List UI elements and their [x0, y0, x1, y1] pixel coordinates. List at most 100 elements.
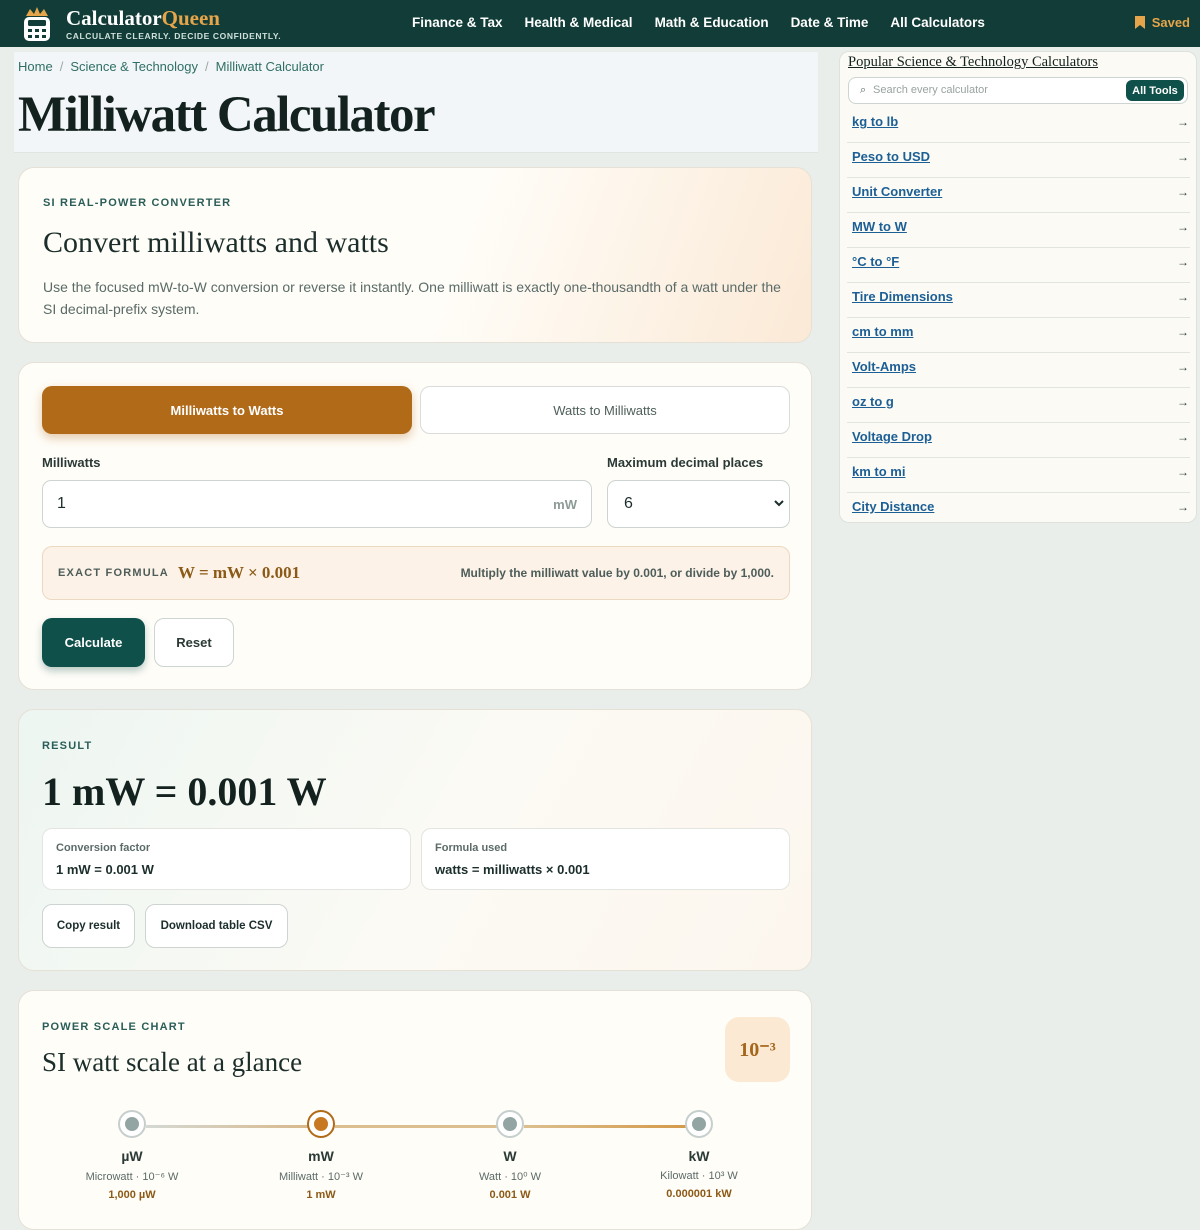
- sidebar-item[interactable]: Voltage Drop →: [847, 423, 1190, 458]
- sidebar-title[interactable]: Popular Science & Technology Calculators: [848, 54, 1098, 71]
- sidebar-item[interactable]: City Distance →: [847, 493, 1190, 522]
- sidebar-item[interactable]: MW to W →: [847, 213, 1190, 248]
- scale-label-microwatt: µW Microwatt · 10⁻⁶ W 1,000 µW: [62, 1148, 202, 1201]
- sidebar-item[interactable]: kg to lb →: [847, 108, 1190, 143]
- page-title: Milliwatt Calculator: [18, 87, 436, 143]
- sidebar-link[interactable]: km to mi: [852, 464, 905, 479]
- download-csv-button[interactable]: Download table CSV: [145, 904, 288, 948]
- tab-watts-to-milliwatts[interactable]: Watts to Milliwatts: [420, 386, 790, 434]
- scale-heading: SI watt scale at a glance: [42, 1047, 303, 1077]
- formula-used-value: watts = milliwatts × 0.001: [435, 862, 590, 877]
- sidebar-item[interactable]: km to mi →: [847, 458, 1190, 493]
- scale-node-dot: [692, 1117, 706, 1131]
- nav-date-time[interactable]: Date & Time: [791, 15, 869, 30]
- chevron-down-icon: [774, 500, 784, 507]
- arrow-right-icon: →: [1177, 220, 1189, 234]
- sidebar-link[interactable]: Unit Converter: [852, 184, 942, 199]
- calculator-crown-logo-icon[interactable]: [22, 6, 52, 42]
- breadcrumb-separator: /: [205, 59, 209, 74]
- saved-button[interactable]: Saved: [1134, 15, 1190, 30]
- scale-symbol: kW: [688, 1148, 710, 1164]
- nav-health-medical[interactable]: Health & Medical: [525, 15, 633, 30]
- sidebar-link[interactable]: MW to W: [852, 219, 907, 234]
- scale-node-watt: [496, 1110, 524, 1138]
- scale-symbol: W: [503, 1148, 517, 1164]
- power-scale-card: POWER SCALE CHART SI watt scale at a gla…: [18, 990, 812, 1230]
- brand-name-part2: Queen: [161, 6, 220, 30]
- breadcrumb-home[interactable]: Home: [18, 59, 53, 74]
- nav-math-education[interactable]: Math & Education: [655, 15, 769, 30]
- sidebar-item[interactable]: Unit Converter →: [847, 178, 1190, 213]
- scale-symbol: µW: [121, 1148, 143, 1164]
- converter-card: Milliwatts to Watts Watts to Milliwatts …: [18, 362, 812, 690]
- breadcrumb: Home / Science & Technology / Milliwatt …: [18, 59, 324, 74]
- sidebar-link[interactable]: Peso to USD: [852, 149, 930, 164]
- formula-used-label: Formula used: [435, 842, 508, 854]
- scale-name: Microwatt · 10⁻⁶ W: [85, 1171, 179, 1183]
- reset-button[interactable]: Reset: [154, 618, 234, 667]
- milliwatts-label: Milliwatts: [42, 455, 101, 470]
- formula-used-box: Formula used watts = milliwatts × 0.001: [421, 828, 790, 890]
- formula-label: EXACT FORMULA: [58, 567, 169, 579]
- breadcrumb-current: Milliwatt Calculator: [215, 59, 324, 74]
- arrow-right-icon: →: [1177, 115, 1189, 129]
- calculate-button[interactable]: Calculate: [42, 618, 145, 667]
- sidebar-link[interactable]: Tire Dimensions: [852, 289, 953, 304]
- sidebar-item[interactable]: Peso to USD →: [847, 143, 1190, 178]
- arrow-right-icon: →: [1177, 465, 1189, 479]
- scale-node-kilowatt: [685, 1110, 713, 1138]
- sidebar-search[interactable]: ⌕ Search every calculator All Tools: [848, 77, 1188, 104]
- search-icon: ⌕: [860, 84, 867, 96]
- sidebar-link[interactable]: Volt-Amps: [852, 359, 916, 374]
- top-navigation-bar: CalculatorQueen CALCULATE CLEARLY. DECID…: [0, 0, 1200, 47]
- sidebar-link[interactable]: oz to g: [852, 394, 894, 409]
- scale-line-segment: [524, 1125, 687, 1128]
- scale-name: Watt · 10⁰ W: [478, 1171, 542, 1183]
- decimals-select[interactable]: 6: [607, 480, 790, 528]
- scale-label-kilowatt: kW Kilowatt · 10³ W 0.000001 kW: [629, 1148, 769, 1200]
- intro-eyebrow: SI REAL-POWER CONVERTER: [43, 197, 232, 209]
- scale-exponent-badge: 10⁻³: [725, 1017, 790, 1082]
- saved-label: Saved: [1151, 15, 1190, 30]
- conversion-factor-value: 1 mW = 0.001 W: [56, 862, 154, 877]
- sidebar-item[interactable]: °C to °F →: [847, 248, 1190, 283]
- nav-finance-tax[interactable]: Finance & Tax: [412, 15, 503, 30]
- scale-node-microwatt: [118, 1110, 146, 1138]
- result-card: RESULT 1 mW = 0.001 W Conversion factor …: [18, 709, 812, 971]
- scale-value: 1 mW: [306, 1189, 336, 1201]
- milliwatts-input[interactable]: 1 mW: [42, 480, 592, 528]
- sidebar-link[interactable]: Voltage Drop: [852, 429, 932, 444]
- arrow-right-icon: →: [1177, 325, 1189, 339]
- scale-line-segment: [335, 1125, 498, 1128]
- brand-name-part1: Calculator: [66, 6, 162, 30]
- sidebar-item[interactable]: Volt-Amps →: [847, 353, 1190, 388]
- sidebar-item[interactable]: Tire Dimensions →: [847, 283, 1190, 318]
- scale-value: 0.000001 kW: [666, 1188, 732, 1200]
- arrow-right-icon: →: [1177, 430, 1189, 444]
- nav-all-calculators[interactable]: All Calculators: [890, 15, 985, 30]
- breadcrumb-category[interactable]: Science & Technology: [70, 59, 198, 74]
- sidebar-link[interactable]: °C to °F: [852, 254, 899, 269]
- sidebar-item[interactable]: cm to mm →: [847, 318, 1190, 353]
- sidebar-link[interactable]: kg to lb: [852, 114, 898, 129]
- arrow-right-icon: →: [1177, 150, 1189, 164]
- all-tools-button[interactable]: All Tools: [1126, 80, 1184, 101]
- copy-result-button[interactable]: Copy result: [42, 904, 135, 948]
- arrow-right-icon: →: [1177, 395, 1189, 409]
- main-nav: Finance & Tax Health & Medical Math & Ed…: [412, 15, 985, 30]
- exact-formula-box: EXACT FORMULA W = mW × 0.001 Multiply th…: [42, 546, 790, 600]
- scale-node-dot: [314, 1117, 328, 1131]
- sidebar-link[interactable]: cm to mm: [852, 324, 913, 339]
- scale-name: Kilowatt · 10³ W: [660, 1170, 738, 1182]
- formula-expression: W = mW × 0.001: [178, 563, 301, 582]
- decimals-select-value: 6: [624, 495, 633, 512]
- conversion-factor-label: Conversion factor: [56, 842, 151, 854]
- sidebar-link[interactable]: City Distance: [852, 499, 934, 514]
- brand-name[interactable]: CalculatorQueen: [66, 6, 220, 31]
- brand-tagline: CALCULATE CLEARLY. DECIDE CONFIDENTLY.: [66, 31, 282, 41]
- sidebar-item[interactable]: oz to g →: [847, 388, 1190, 423]
- page-hero: Home / Science & Technology / Milliwatt …: [14, 52, 818, 153]
- intro-heading: Convert milliwatts and watts: [43, 226, 389, 259]
- conversion-factor-box: Conversion factor 1 mW = 0.001 W: [42, 828, 411, 890]
- tab-milliwatts-to-watts[interactable]: Milliwatts to Watts: [42, 386, 412, 434]
